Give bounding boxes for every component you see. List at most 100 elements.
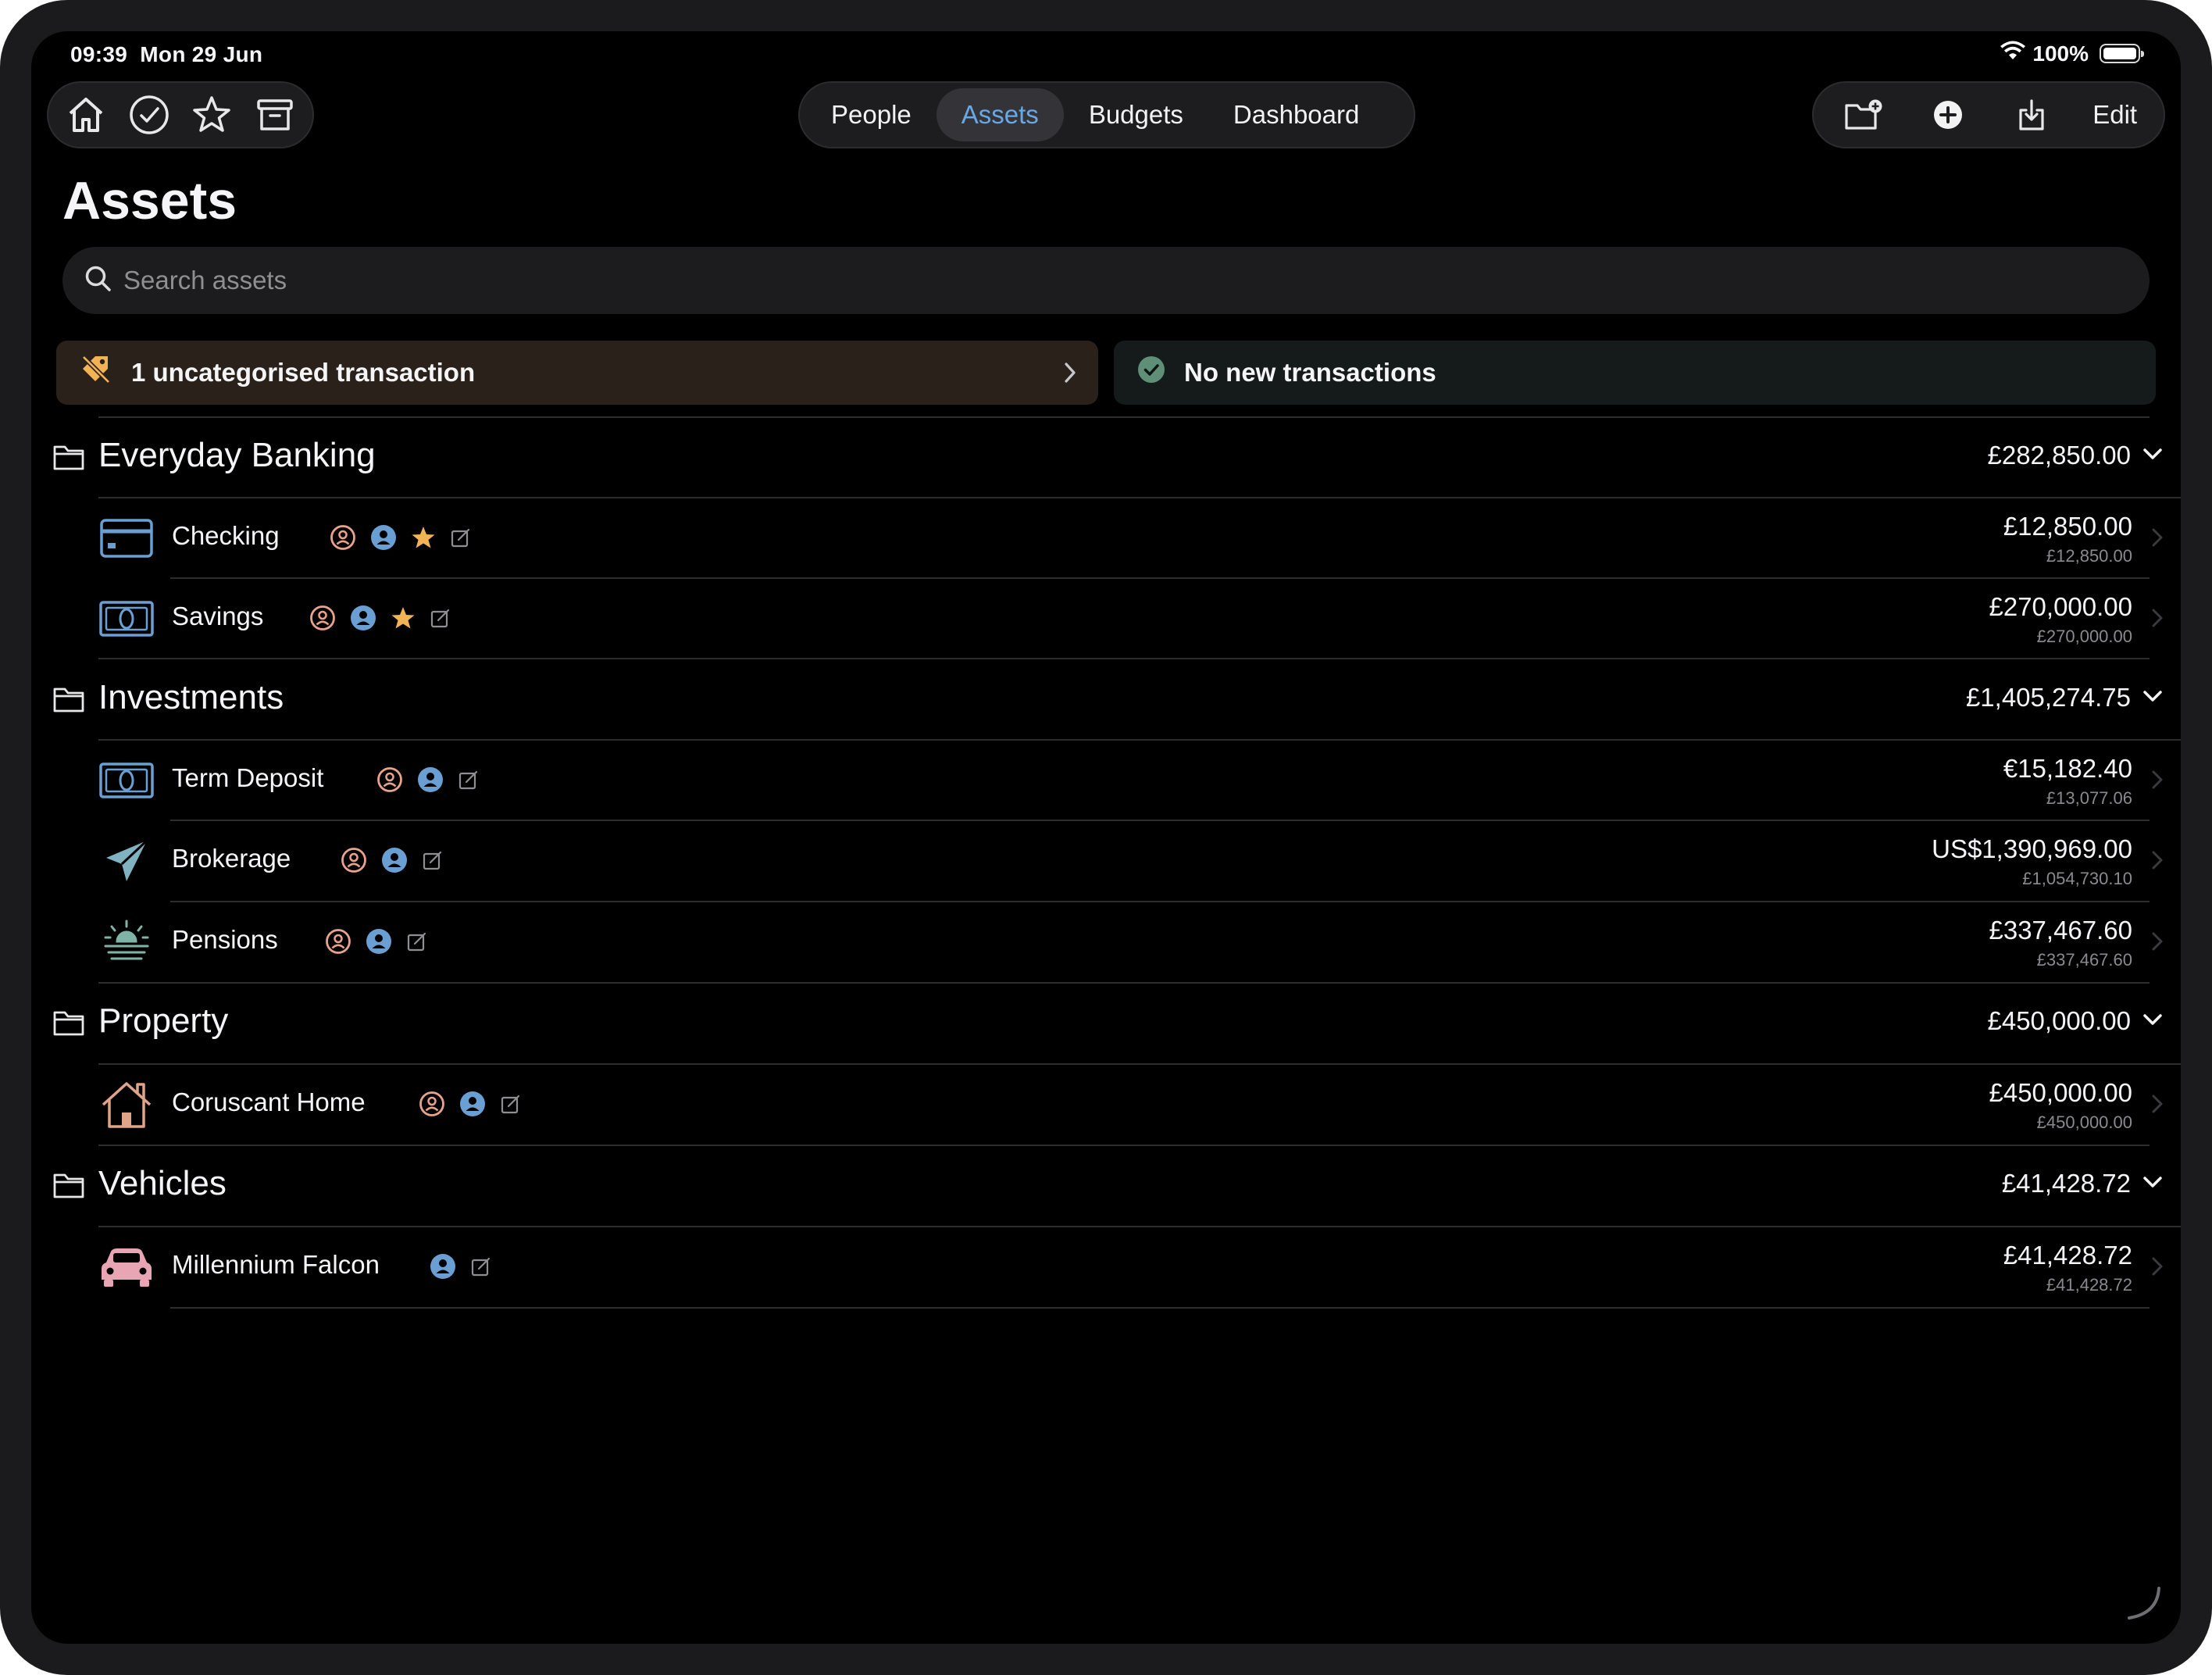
owner-outline-icon [310, 605, 335, 630]
note-icon [451, 528, 470, 548]
account-row-checking[interactable]: Checking £12,850.00 £12,850.00 [31, 498, 2181, 579]
account-badges [376, 766, 480, 793]
folder-icon [53, 1172, 84, 1202]
check-circle-icon [1137, 355, 1165, 390]
group-total: £1,405,274.75 [1965, 683, 2131, 712]
note-icon [430, 609, 450, 628]
wifi-icon [2000, 41, 2026, 66]
group-total: £282,850.00 [1987, 441, 2131, 470]
owner-filled-icon [418, 767, 443, 792]
account-row-coruscant-home[interactable]: Coruscant Home £450,000.00 £450,000.00 [31, 1064, 2181, 1145]
chevron-down-icon[interactable] [2142, 447, 2164, 465]
account-amount: £41,428.72 [2003, 1241, 2132, 1270]
search-input[interactable]: Search assets [62, 247, 2150, 314]
group-header-investments[interactable]: Investments £1,405,274.75 [31, 659, 2181, 739]
uncategorised-text: 1 uncategorised transaction [131, 358, 476, 387]
group-name: Property [98, 1002, 229, 1040]
account-row-millennium-falcon[interactable]: Millennium Falcon £41,428.72 £41,428.72 [31, 1227, 2181, 1308]
tab-people[interactable]: People [806, 88, 937, 141]
new-folder-icon[interactable] [1840, 91, 1887, 138]
account-row-term-deposit[interactable]: Term Deposit €15,182.40 £13,077.06 [31, 740, 2181, 821]
account-name: Checking [172, 521, 280, 550]
account-badges [325, 928, 428, 955]
status-right: 100% [2000, 41, 2144, 66]
chevron-down-icon[interactable] [2142, 1175, 2164, 1193]
paper-plane-icon [98, 838, 155, 884]
account-converted-amount: £337,467.60 [2036, 950, 2132, 970]
archive-icon[interactable] [252, 91, 298, 138]
chevron-down-icon[interactable] [2142, 1012, 2164, 1030]
note-icon [471, 1257, 491, 1277]
add-circle-icon[interactable] [1925, 91, 1971, 138]
segmented-tabs: People Assets Budgets Dashboard [798, 81, 1415, 148]
left-toolbar [47, 81, 314, 148]
divider [170, 1307, 2150, 1309]
account-amount: US$1,390,969.00 [1932, 834, 2132, 863]
tag-slash-icon [80, 353, 112, 392]
chevron-right-icon [2151, 1255, 2164, 1282]
account-converted-amount: £41,428.72 [2046, 1275, 2132, 1295]
chevron-right-icon [2151, 848, 2164, 876]
star-icon[interactable] [188, 91, 235, 138]
tab-dashboard[interactable]: Dashboard [1208, 88, 1384, 141]
home-icon[interactable] [62, 91, 109, 138]
account-badges [341, 847, 444, 873]
group-total: £450,000.00 [1987, 1006, 2131, 1035]
account-converted-amount: £13,077.06 [2046, 788, 2132, 808]
group-header-everyday-banking[interactable]: Everyday Banking £282,850.00 [31, 417, 2181, 497]
account-row-brokerage[interactable]: Brokerage US$1,390,969.00 £1,054,730.10 [31, 820, 2181, 902]
page-title: Assets [62, 171, 237, 230]
account-amount: £12,850.00 [2003, 512, 2132, 541]
banknote-icon [98, 757, 155, 804]
group-header-property[interactable]: Property £450,000.00 [31, 983, 2181, 1062]
note-icon [407, 932, 426, 952]
owner-filled-icon [430, 1254, 455, 1279]
account-amount: £270,000.00 [1989, 592, 2132, 621]
account-converted-amount: £450,000.00 [2036, 1112, 2132, 1132]
owner-outline-icon [419, 1091, 444, 1116]
owner-outline-icon [326, 929, 351, 954]
account-badges [430, 1253, 492, 1280]
account-amount: £337,467.60 [1989, 916, 2132, 945]
group-header-vehicles[interactable]: Vehicles £41,428.72 [31, 1145, 2181, 1225]
car-icon [98, 1244, 155, 1291]
account-converted-amount: £12,850.00 [2046, 546, 2132, 566]
account-amount: £450,000.00 [1989, 1078, 2132, 1107]
sunrise-icon [98, 919, 155, 966]
banknote-icon [98, 595, 155, 642]
account-row-pensions[interactable]: Pensions £337,467.60 £337,467.60 [31, 902, 2181, 983]
chevron-right-icon [2151, 606, 2164, 634]
resize-handle-icon[interactable] [2125, 1584, 2162, 1625]
chevron-down-icon[interactable] [2142, 689, 2164, 707]
status-time: 09:39 Mon 29 Jun [70, 42, 263, 66]
owner-outline-icon [330, 525, 355, 550]
chevron-right-icon [2151, 768, 2164, 795]
edit-button[interactable]: Edit [2092, 100, 2137, 130]
account-converted-amount: £1,054,730.10 [2022, 869, 2132, 888]
ipad-frame: 09:39 Mon 29 Jun 100% People Assets Budg… [0, 0, 2212, 1675]
uncategorised-banner[interactable]: 1 uncategorised transaction [56, 341, 1098, 405]
tab-budgets[interactable]: Budgets [1064, 88, 1208, 141]
account-row-savings[interactable]: Savings £270,000.00 £270,000.00 [31, 578, 2181, 659]
folder-icon [53, 686, 84, 716]
owner-filled-icon [382, 848, 407, 873]
owner-filled-icon [351, 605, 376, 630]
screen: 09:39 Mon 29 Jun 100% People Assets Budg… [31, 31, 2181, 1644]
account-name: Millennium Falcon [172, 1250, 380, 1279]
account-converted-amount: £270,000.00 [2036, 627, 2132, 646]
account-badges [419, 1091, 522, 1117]
star-filled-icon [412, 527, 435, 548]
tab-assets[interactable]: Assets [936, 88, 1064, 141]
group-name: Everyday Banking [98, 436, 376, 474]
no-new-text: No new transactions [1184, 358, 1436, 387]
group-name: Investments [98, 678, 284, 716]
right-toolbar: Edit [1812, 81, 2165, 148]
import-icon[interactable] [2008, 91, 2055, 138]
star-filled-icon [391, 607, 415, 629]
folder-icon [53, 1009, 84, 1040]
battery-percent: 100% [2032, 41, 2089, 66]
checkmark-circle-icon[interactable] [126, 91, 173, 138]
group-total: £41,428.72 [2001, 1169, 2131, 1198]
credit-card-icon [98, 515, 155, 562]
owner-filled-icon [366, 929, 391, 954]
